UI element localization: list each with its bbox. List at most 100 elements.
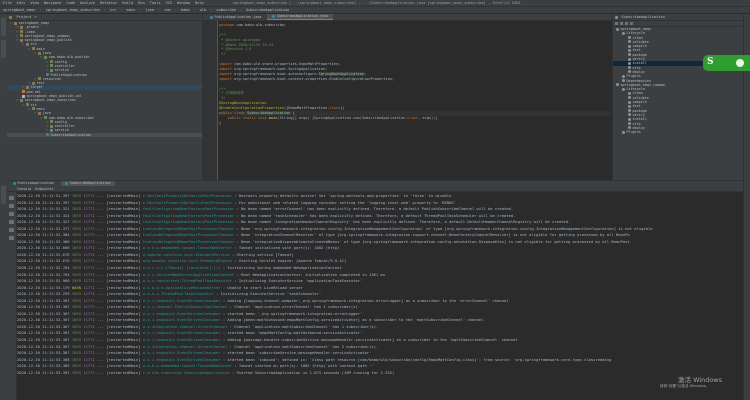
log-field: 11772 xyxy=(83,337,95,343)
log-field: 2020-12-30 11:11:52.764 xyxy=(17,265,70,271)
stop-icon[interactable] xyxy=(9,204,14,208)
breadcrumb-item[interactable]: com xyxy=(164,8,171,12)
editor-gutter[interactable] xyxy=(203,21,218,180)
code-token: @SpringBootApplication xyxy=(219,101,267,106)
project-tool-tab[interactable] xyxy=(1,18,6,36)
code-token: import xyxy=(219,67,235,72)
log-field: WARN xyxy=(71,284,82,290)
print-icon[interactable] xyxy=(9,228,14,232)
rerun-icon[interactable] xyxy=(9,196,14,200)
menu-item[interactable]: VCS xyxy=(166,1,173,5)
project-panel-title[interactable]: Project xyxy=(17,15,32,19)
task-icon xyxy=(628,48,631,52)
code-token: /** xyxy=(219,32,226,37)
log-separator: : xyxy=(231,199,239,205)
breadcrumb-item[interactable]: main xyxy=(127,8,136,12)
console-output[interactable]: 2020-12-30 11:11:51.397 INFO 11772 --- [… xyxy=(17,193,743,400)
log-field: Unable to start LiveReload server xyxy=(227,284,303,290)
code-token: org.springframework.boot.autoconfigure. xyxy=(234,71,319,76)
window-title: springboot_emqx_subscribe [...\springboo… xyxy=(232,1,521,5)
breadcrumb-item[interactable]: springboot_emqx xyxy=(3,8,35,12)
chevron-down-icon[interactable]: ▾ xyxy=(35,15,37,19)
log-separator: --- xyxy=(94,297,107,303)
menu-item[interactable]: View xyxy=(30,1,39,5)
editor-tab[interactable]: PublishApplication.java xyxy=(205,15,267,20)
log-field: INFO xyxy=(71,323,82,329)
clear-console-icon[interactable] xyxy=(9,236,14,240)
log-field: trationDelegate$BeanPostProcessorChecker xyxy=(142,232,235,238)
settings-icon[interactable] xyxy=(630,22,633,25)
code-area[interactable]: package com.baba.wlb.subscribe;/** * @Au… xyxy=(219,23,611,126)
menu-item[interactable]: Build xyxy=(122,1,133,5)
task-icon xyxy=(628,57,631,61)
breadcrumb-item[interactable]: java xyxy=(145,8,154,12)
log-field: w.s.c.ServletWebServerApplicationContext xyxy=(142,271,235,277)
menu-item[interactable]: Window xyxy=(177,1,190,5)
code-token: public static void xyxy=(219,115,269,120)
breadcrumb-item[interactable]: baba xyxy=(181,8,190,12)
task-icon xyxy=(628,126,631,130)
menu-item[interactable]: Edit xyxy=(17,1,26,5)
menu-item[interactable]: Help xyxy=(195,1,204,5)
chevron-right-icon: › xyxy=(103,8,106,12)
menu-item[interactable]: File xyxy=(3,1,12,5)
log-field: INFO xyxy=(71,265,82,271)
log-field: INFO xyxy=(71,337,82,343)
chevron-right-icon: › xyxy=(158,8,161,12)
build-tool-item[interactable]: Plugins xyxy=(613,130,744,134)
code-token: , args);} xyxy=(418,115,438,120)
add-icon[interactable] xyxy=(620,22,623,25)
log-separator: --- xyxy=(94,206,107,212)
floating-badge[interactable]: S xyxy=(703,55,750,71)
scroll-to-end-icon[interactable] xyxy=(9,212,14,216)
folder-icon xyxy=(32,47,36,51)
code-token: com.baba.wlb.share.properties.EmqxMqttPr… xyxy=(234,62,341,67)
run-icon[interactable] xyxy=(625,22,628,25)
log-field: o.s.s.concurrent.ThreadPoolTaskExecutor xyxy=(142,278,232,284)
log-separator: --- xyxy=(94,350,107,356)
menu-item[interactable]: Navigate xyxy=(44,1,61,5)
soft-wrap-icon[interactable] xyxy=(9,220,14,224)
log-field: Tomcat started on port(s): 1082 (http) w… xyxy=(238,363,374,369)
menu-item[interactable]: Run xyxy=(138,1,145,5)
breadcrumb-item[interactable]: SubscribeApplication xyxy=(246,8,289,12)
java-class-icon xyxy=(210,15,213,19)
log-field: 2020-12-30 11:11:51.397 xyxy=(17,193,70,198)
log-field: restartedMain xyxy=(108,212,139,218)
log-field: faultConfiguringBeanFactoryPostProcessor xyxy=(142,219,235,225)
task-icon xyxy=(628,40,631,44)
log-field: 11772 xyxy=(83,356,95,362)
log-separator: : xyxy=(231,258,239,264)
menu-item[interactable]: Refactor xyxy=(100,1,117,5)
structure-tool-tab[interactable] xyxy=(1,40,6,58)
log-field: faultConfiguringBeanFactoryPostProcessor xyxy=(142,206,235,212)
console-tab[interactable]: Console xyxy=(17,187,31,191)
log-separator: --- xyxy=(94,337,107,343)
menu-item[interactable]: Tools xyxy=(150,1,161,5)
log-field: e.DevToolsPropertyDefaultsPostProcessor xyxy=(142,199,232,205)
console-tab[interactable]: Endpoints xyxy=(35,187,53,191)
task-icon xyxy=(628,44,631,48)
refresh-icon[interactable] xyxy=(615,22,618,25)
log-field: 11772 xyxy=(83,369,95,375)
favorites-tool-tab[interactable] xyxy=(1,186,6,204)
breadcrumb-item[interactable]: wlb xyxy=(200,8,207,12)
log-separator: --- xyxy=(94,225,107,231)
tree-item[interactable]: SubscribeApplication xyxy=(7,132,202,138)
breadcrumb-item[interactable]: src xyxy=(110,8,117,12)
log-field: No bean named 'integrationHeaderChannelR… xyxy=(241,219,571,225)
breadcrumb-item[interactable]: subscribe xyxy=(216,8,235,12)
log-field: 11772 xyxy=(83,343,95,349)
editor-tab[interactable]: SubscribeApplication.java xyxy=(267,14,333,20)
log-field: INFO xyxy=(71,193,82,198)
log-field: restartedMain xyxy=(108,363,139,369)
menu-item[interactable]: Analyze xyxy=(80,1,95,5)
menu-item[interactable]: Code xyxy=(66,1,75,5)
log-separator: --- xyxy=(94,343,107,349)
run-config-selector[interactable]: SubscribeApplication xyxy=(622,15,665,19)
log-separator: --- xyxy=(94,265,107,271)
breadcrumb-item[interactable]: springboot_emqx_subscribe xyxy=(46,8,100,12)
log-separator: --- xyxy=(94,212,107,218)
log-field: 2020-12-30 11:11:53.367 xyxy=(17,350,70,356)
log-field: c.b.wlb.subscribe.SubscribeApplication xyxy=(142,369,230,375)
